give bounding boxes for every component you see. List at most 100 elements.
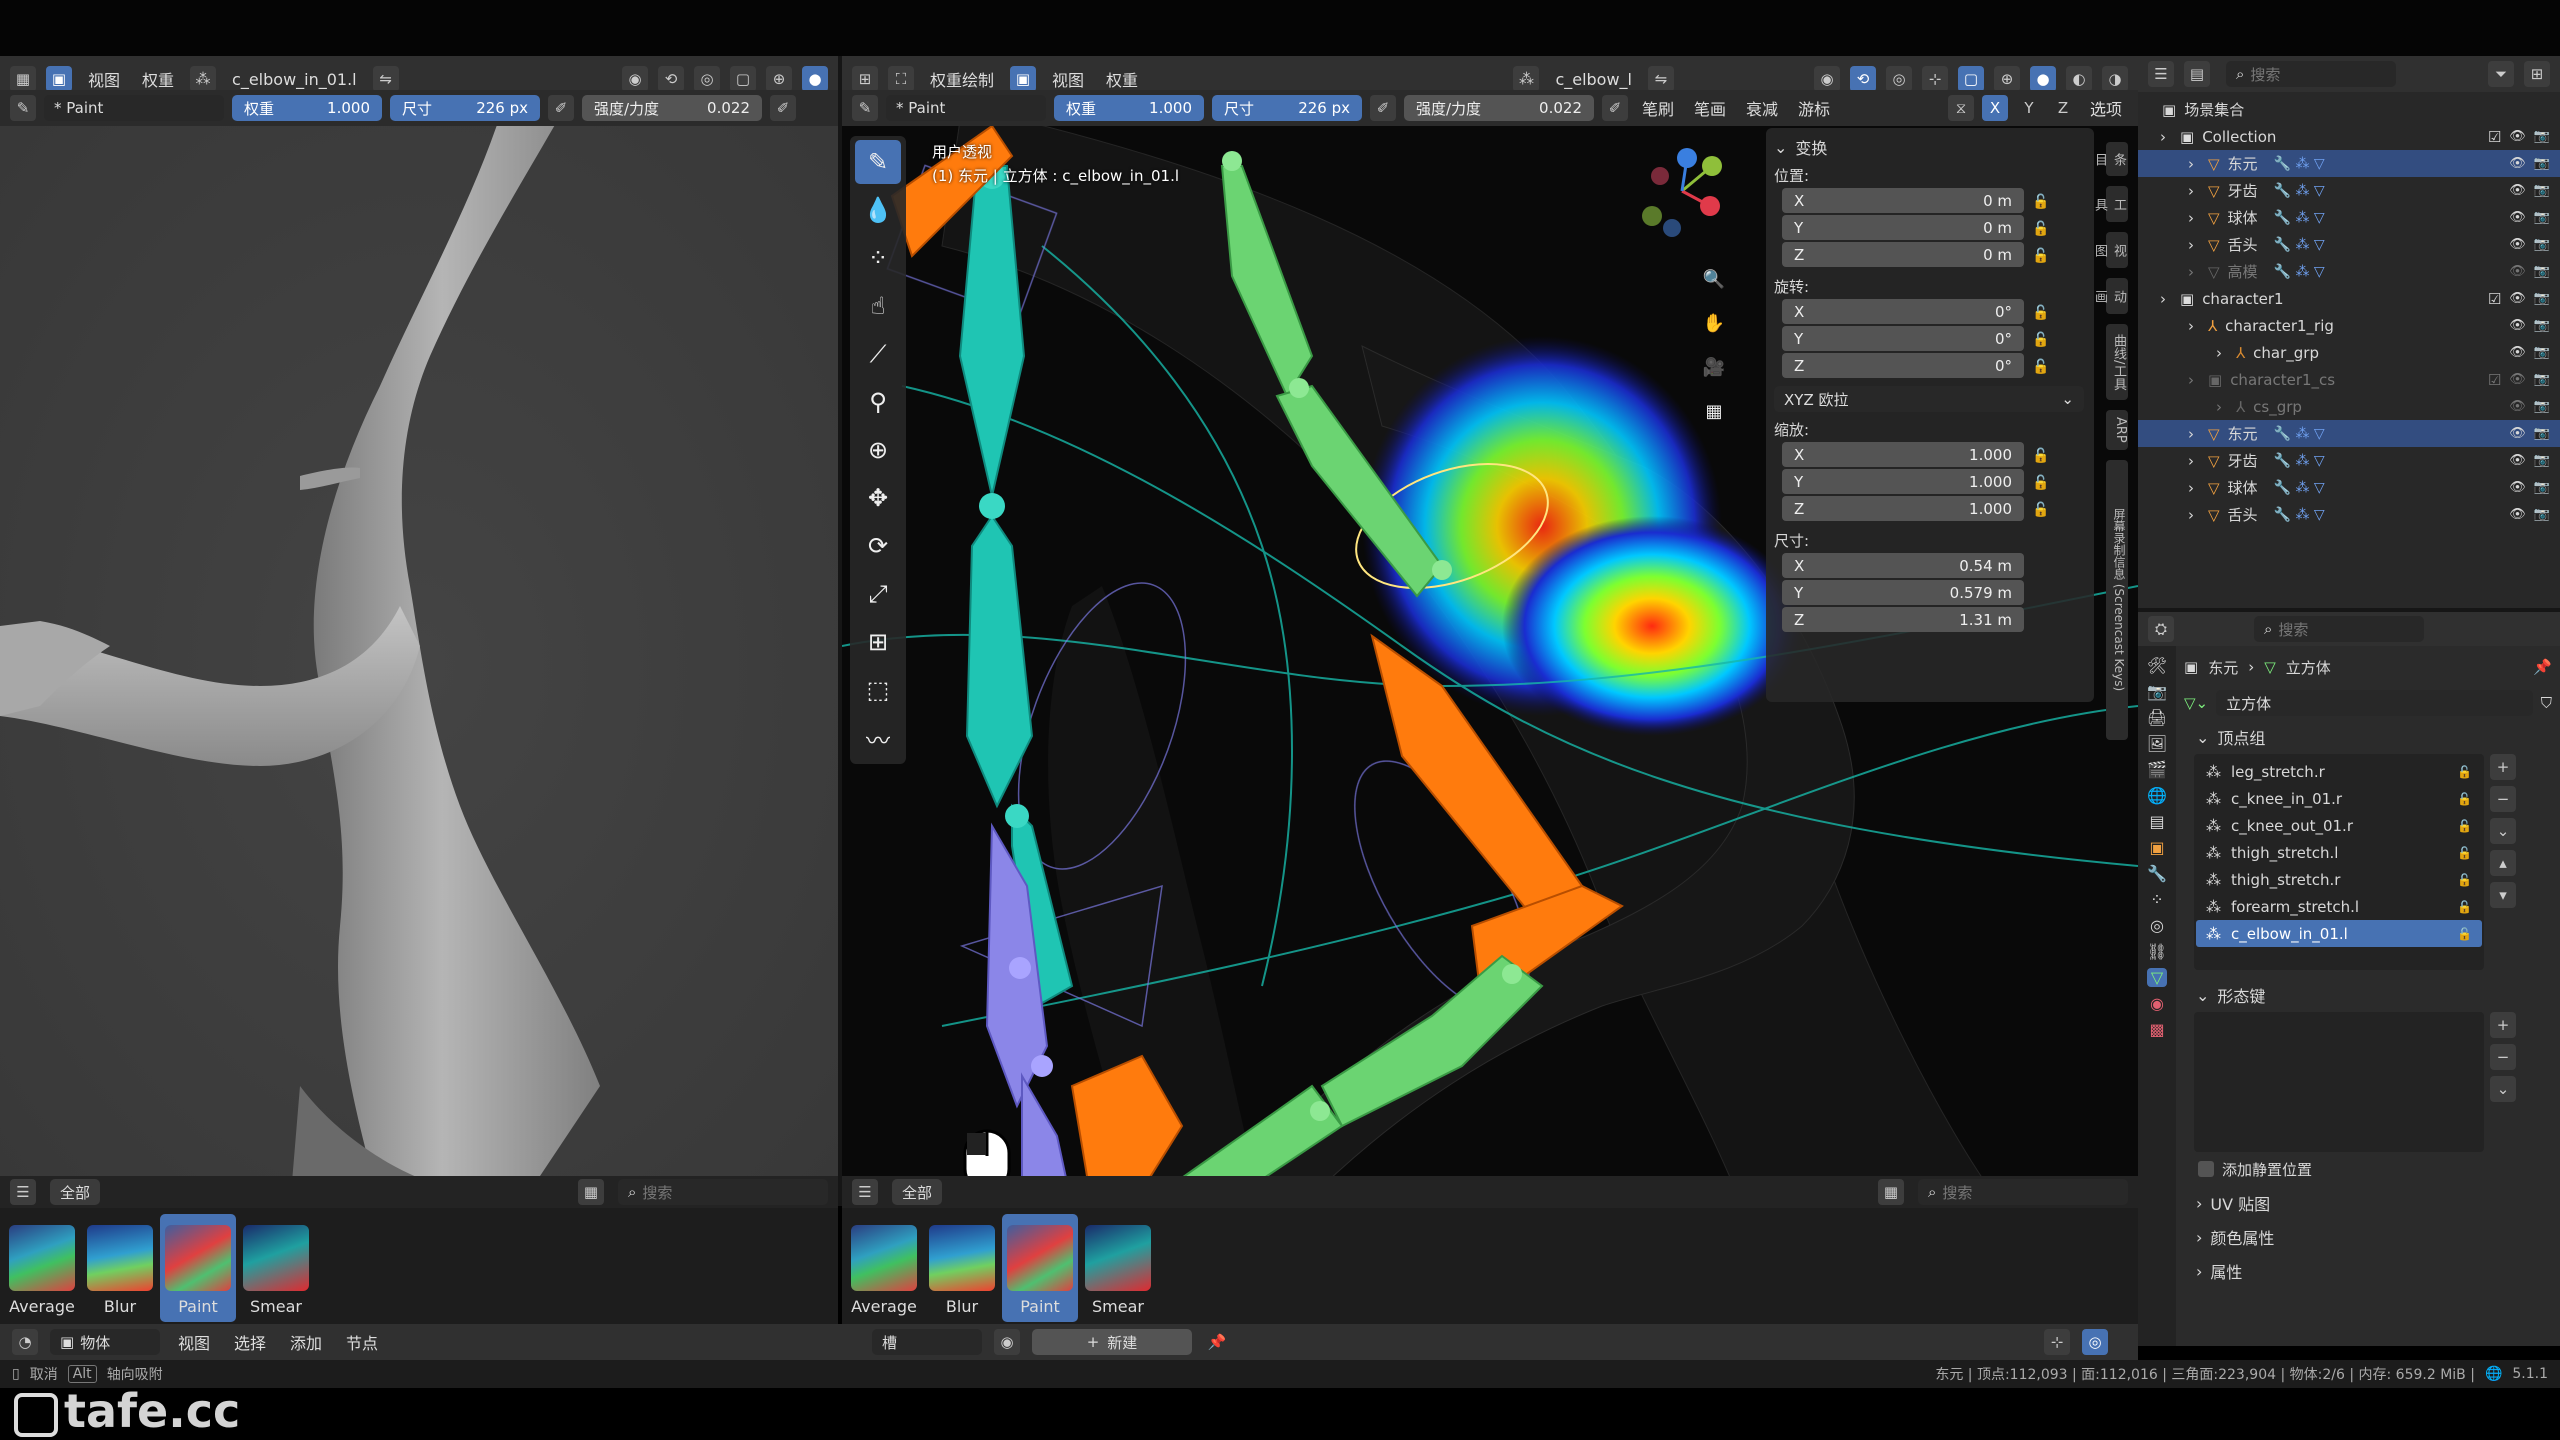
camera-icon[interactable]: 📷: [2534, 210, 2550, 225]
material-icon[interactable]: ◉: [994, 1329, 1020, 1355]
zoom-icon[interactable]: 🔍: [1697, 262, 1731, 296]
material-tab-icon[interactable]: ◉: [2150, 994, 2164, 1013]
expand-chevron-icon[interactable]: ›: [2188, 182, 2200, 200]
expand-chevron-icon[interactable]: ›: [2188, 209, 2200, 227]
menu-weights[interactable]: 权重: [1100, 67, 1144, 91]
vertex-group-item[interactable]: ⁂ c_knee_in_01.r 🔓: [2196, 785, 2482, 812]
outliner-editor-icon[interactable]: ☰: [2148, 61, 2174, 87]
lock-icon[interactable]: 🔓: [2032, 194, 2049, 210]
solid-shading-icon[interactable]: ●: [2030, 66, 2056, 92]
brush-selector[interactable]: * Paint: [886, 95, 1046, 121]
snap-icon[interactable]: ⊹: [1922, 66, 1948, 92]
constraints-tab-icon[interactable]: ⛓: [2147, 942, 2167, 961]
eye-icon[interactable]: 👁: [2509, 291, 2526, 306]
outliner-item[interactable]: › ▽ 舌头 🔧 ⁂ ▽ 👁 📷: [2138, 501, 2560, 528]
shape-keys-section-header[interactable]: ⌄ 形态键: [2184, 978, 2552, 1012]
outliner-item[interactable]: › ▽ 球体 🔧 ⁂ ▽ 👁 📷: [2138, 204, 2560, 231]
visibility-icon[interactable]: ◉: [1814, 66, 1840, 92]
outliner-item[interactable]: › ▽ 高模 🔧 ⁂ ▽ 👁 📷: [2138, 258, 2560, 285]
navigation-gizmo[interactable]: [1622, 136, 1742, 246]
vertex-group-selector[interactable]: c_elbow_in_01.l: [226, 70, 363, 89]
rotation-y-field[interactable]: Y 0°: [1782, 326, 2024, 351]
expand-chevron-icon[interactable]: ›: [2188, 506, 2200, 524]
camera-icon[interactable]: 📷: [2534, 453, 2550, 468]
vertex-group-item[interactable]: ⁂ c_knee_out_01.r 🔓: [2196, 812, 2482, 839]
brush-paint[interactable]: Paint: [160, 1214, 236, 1322]
location-x-field[interactable]: X 0 m: [1782, 188, 2024, 213]
menu-weights[interactable]: 权重: [136, 67, 180, 91]
exclude-checkbox[interactable]: ☑: [2488, 371, 2501, 389]
expand-chevron-icon[interactable]: ›: [2188, 479, 2200, 497]
expand-chevron-icon[interactable]: ›: [2188, 263, 2200, 281]
lock-icon[interactable]: 🔓: [2032, 332, 2049, 348]
rotation-z-field[interactable]: Z 0°: [1782, 353, 2024, 378]
eye-icon[interactable]: 👁: [2509, 453, 2526, 468]
remove-vertex-group-icon[interactable]: −: [2490, 786, 2516, 812]
outliner-item[interactable]: › ▽ 牙齿 🔧 ⁂ ▽ 👁 📷: [2138, 447, 2560, 474]
lock-icon[interactable]: 🔓: [2457, 792, 2472, 806]
move-down-icon[interactable]: ▾: [2490, 882, 2516, 908]
xray-icon[interactable]: ▢: [730, 66, 756, 92]
eye-icon[interactable]: 👁: [2509, 507, 2526, 522]
gizmo-icon[interactable]: ⟲: [1850, 66, 1876, 92]
brush-blur[interactable]: Blur: [82, 1214, 158, 1322]
move-tool-icon[interactable]: ✥: [855, 476, 901, 520]
camera-icon[interactable]: 📷: [2534, 399, 2550, 414]
brush-smear[interactable]: Smear: [238, 1214, 314, 1322]
display-options-icon[interactable]: ▦: [578, 1179, 604, 1205]
dimensions-x-field[interactable]: X 0.54 m: [1782, 553, 2024, 578]
location-z-field[interactable]: Z 0 m: [1782, 242, 2024, 267]
menu-add[interactable]: 添加: [284, 1330, 328, 1354]
shelf-search-input[interactable]: ⌕ 搜索: [618, 1179, 828, 1205]
editor-type-icon[interactable]: ◔: [12, 1329, 38, 1355]
outliner-item[interactable]: › ⅄ char_grp 👁 📷: [2138, 339, 2560, 366]
lock-icon[interactable]: 🔓: [2457, 765, 2472, 779]
menu-view[interactable]: 视图: [1046, 67, 1090, 91]
filter-icon[interactable]: ⏷: [2488, 61, 2514, 87]
camera-icon[interactable]: 📷: [2534, 318, 2550, 333]
camera-icon[interactable]: 📷: [2534, 264, 2550, 279]
brush-average[interactable]: Average: [846, 1214, 922, 1322]
camera-view-icon[interactable]: 🎥: [1697, 350, 1731, 384]
display-options-icon[interactable]: ▦: [1878, 1179, 1904, 1205]
solid-shading-icon[interactable]: ●: [802, 66, 828, 92]
camera-icon[interactable]: 📷: [2534, 507, 2550, 522]
object-mode-selector[interactable]: ▣ 物体: [50, 1329, 160, 1355]
select-mode-icon[interactable]: ▣: [1010, 66, 1037, 92]
particles-tab-icon[interactable]: ⁘: [2150, 890, 2163, 909]
eye-icon[interactable]: 👁: [2509, 183, 2526, 198]
shape-key-list[interactable]: [2194, 1012, 2484, 1152]
tab-tool[interactable]: 工具: [2092, 186, 2128, 222]
exclude-checkbox[interactable]: ☑: [2488, 290, 2501, 308]
expand-chevron-icon[interactable]: ›: [2188, 155, 2200, 173]
camera-icon[interactable]: 📷: [2534, 129, 2550, 144]
menu-cursor[interactable]: 游标: [1792, 96, 1836, 120]
color-attributes-section-header[interactable]: › 颜色属性: [2184, 1220, 2552, 1254]
annotate-tool-icon[interactable]: 〰: [855, 716, 901, 760]
expand-chevron-icon[interactable]: ›: [2188, 317, 2200, 335]
expand-chevron-icon[interactable]: ›: [2160, 128, 2172, 146]
lock-icon[interactable]: 🔓: [2457, 900, 2472, 914]
object-tab-icon[interactable]: ▣: [2149, 838, 2164, 857]
overlay-icon[interactable]: ◎: [2082, 1329, 2108, 1355]
camera-icon[interactable]: 📷: [2534, 156, 2550, 171]
scale-y-field[interactable]: Y 1.000: [1782, 469, 2024, 494]
perspective-toggle-icon[interactable]: ▦: [1697, 394, 1731, 428]
eye-icon[interactable]: 👁: [2509, 210, 2526, 225]
vertex-group-specials-icon[interactable]: ⌄: [2490, 818, 2516, 844]
select-mode-icon[interactable]: ▣: [46, 66, 72, 92]
size-field[interactable]: 尺寸 226 px: [1212, 95, 1362, 121]
tab-view[interactable]: 视图: [2092, 232, 2128, 268]
material-shading-icon[interactable]: ◐: [2066, 66, 2092, 92]
outliner-item[interactable]: › ⅄ character1_rig 👁 📷: [2138, 312, 2560, 339]
lock-icon[interactable]: 🔓: [2457, 927, 2472, 941]
brush-blur[interactable]: Blur: [924, 1214, 1000, 1322]
strength-field[interactable]: 强度/力度 0.022: [582, 95, 762, 121]
editor-type-icon[interactable]: ▦: [10, 66, 36, 92]
outliner-item[interactable]: › ▽ 东元 🔧 ⁂ ▽ 👁 📷: [2138, 150, 2560, 177]
output-tab-icon[interactable]: 🖨: [2147, 708, 2167, 727]
overlay-icon[interactable]: ◎: [1886, 66, 1912, 92]
camera-icon[interactable]: 📷: [2534, 291, 2550, 306]
lock-icon[interactable]: 🔓: [2032, 448, 2049, 464]
lock-icon[interactable]: 🔓: [2032, 221, 2049, 237]
